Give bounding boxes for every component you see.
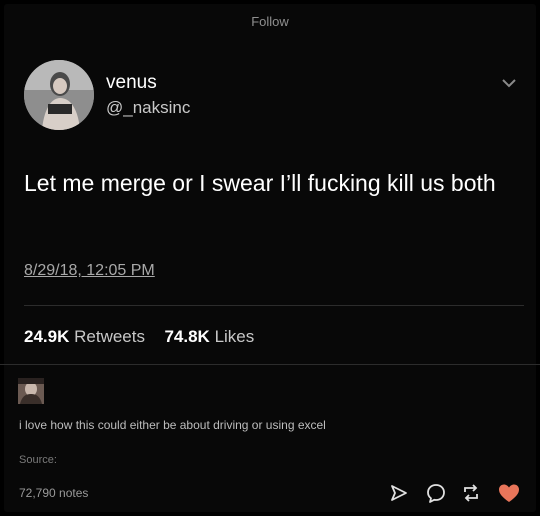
chevron-down-icon[interactable]	[500, 76, 518, 90]
heart-icon[interactable]	[497, 482, 521, 504]
notes-count[interactable]: 72,790 notes	[19, 486, 88, 500]
tweet-text: Let me merge or I swear I’ll fucking kil…	[24, 170, 496, 196]
reblog-icon[interactable]	[460, 482, 482, 504]
post-footer: i love how this could either be about dr…	[0, 370, 540, 516]
avatar[interactable]	[24, 60, 94, 130]
user-handle[interactable]: @_naksinc	[106, 98, 190, 118]
tweet-timestamp[interactable]: 8/29/18, 12:05 PM	[24, 262, 155, 280]
reblogger-avatar[interactable]	[18, 378, 44, 404]
retweets-label[interactable]: Retweets	[74, 327, 145, 346]
tweet-stats: 24.9K Retweets 74.8K Likes	[24, 327, 254, 347]
embedded-tweet: venus @_naksinc Let me merge or I swear …	[0, 0, 540, 370]
reply-icon[interactable]	[425, 482, 447, 504]
send-icon[interactable]	[388, 482, 410, 504]
retweets-count[interactable]: 24.9K	[24, 327, 69, 346]
display-name[interactable]: venus	[106, 72, 157, 94]
source-link[interactable]: Source:	[19, 454, 57, 466]
likes-count[interactable]: 74.8K	[164, 327, 209, 346]
likes-label[interactable]: Likes	[215, 327, 255, 346]
divider	[24, 305, 524, 306]
divider	[0, 364, 540, 365]
post-caption: i love how this could either be about dr…	[19, 418, 326, 432]
